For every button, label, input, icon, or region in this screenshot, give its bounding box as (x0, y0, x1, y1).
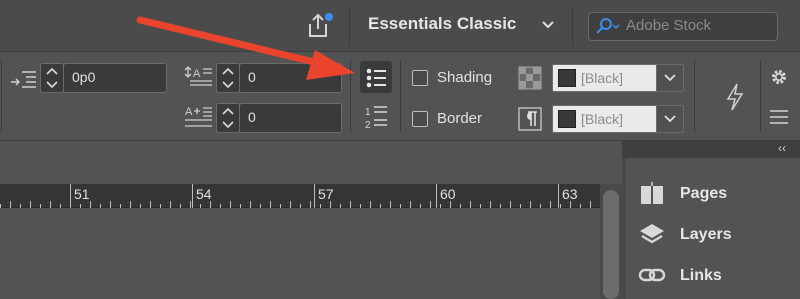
ruler-minor-tick (430, 201, 431, 208)
border-settings-icon[interactable] (518, 107, 542, 131)
divider (1, 60, 2, 132)
pasteboard[interactable] (0, 208, 600, 299)
ruler-minor-tick (230, 201, 231, 208)
ruler-minor-tick (450, 201, 451, 208)
border-color-swatch (558, 110, 576, 128)
ruler-minor-tick (30, 201, 31, 208)
shading-color-value[interactable]: [Black] (581, 70, 623, 86)
gear-icon[interactable] (769, 67, 789, 87)
svg-text:2: 2 (365, 120, 371, 131)
space-before-value[interactable]: 0 (248, 69, 256, 85)
ruler-label: 51 (74, 186, 90, 202)
shading-checkbox[interactable] (412, 70, 428, 86)
menu-icon[interactable] (769, 108, 789, 126)
svg-text:1: 1 (365, 107, 371, 118)
shading-label: Shading (437, 69, 493, 86)
ruler-minor-tick (210, 201, 211, 208)
border-checkbox[interactable] (412, 111, 428, 127)
divider (400, 60, 401, 132)
panel-dock-header (622, 141, 800, 158)
panel-item-links[interactable]: Links (626, 258, 800, 298)
indent-value[interactable]: 0p0 (72, 69, 95, 85)
ruler-minor-tick (110, 201, 111, 208)
ruler-minor-tick (370, 201, 371, 208)
numbered-list-icon: 1 2 (365, 106, 387, 131)
space-before-stepper[interactable] (216, 63, 240, 93)
ruler-minor-tick (550, 201, 551, 208)
ruler-minor-tick (190, 201, 191, 208)
ruler-minor-tick (290, 201, 291, 208)
svg-text:A: A (185, 106, 193, 118)
ruler-minor-tick (510, 201, 511, 208)
divider (349, 6, 350, 46)
space-after-icon: A (184, 104, 214, 130)
ruler-minor-tick (590, 201, 591, 208)
links-icon (638, 268, 666, 282)
ruler-major-tick (558, 184, 559, 208)
divider (760, 60, 761, 132)
panel-item-layers[interactable]: Layers (626, 217, 800, 257)
bulleted-list-button[interactable] (360, 61, 392, 93)
ruler-minor-tick (530, 201, 531, 208)
layers-icon (640, 224, 664, 244)
space-before-icon: A (184, 64, 214, 90)
ruler-label: 54 (196, 186, 212, 202)
border-color-value[interactable]: [Black] (581, 111, 623, 127)
left-indent-icon (8, 68, 38, 92)
bulleted-list-icon (366, 68, 386, 88)
ruler-minor-tick (410, 201, 411, 208)
workspace-switcher[interactable]: Essentials Classic (368, 14, 516, 34)
chevron-down-icon[interactable] (540, 16, 556, 32)
ruler-minor-tick (570, 201, 571, 208)
ruler-label: 60 (440, 186, 456, 202)
chevron-down-icon[interactable] (656, 65, 683, 91)
panel-item-pages[interactable]: Pages (626, 176, 800, 216)
lightning-icon[interactable] (724, 82, 746, 112)
svg-text:A: A (193, 68, 201, 80)
ruler-minor-tick (150, 201, 151, 208)
ruler-minor-tick (270, 201, 271, 208)
ruler-major-tick (436, 184, 437, 208)
panel-label-layers: Layers (680, 226, 732, 243)
ruler-minor-tick (50, 201, 51, 208)
divider (572, 6, 573, 46)
ruler-major-tick (70, 184, 71, 208)
ruler-major-tick (314, 184, 315, 208)
notification-dot (325, 13, 333, 21)
ruler-minor-tick (470, 201, 471, 208)
ruler-label: 57 (318, 186, 334, 202)
panel-label-links: Links (680, 267, 722, 284)
pages-icon (641, 182, 663, 206)
space-after-value[interactable]: 0 (248, 109, 256, 125)
indent-stepper[interactable] (40, 63, 64, 93)
ruler-minor-tick (350, 201, 351, 208)
ruler-minor-tick (90, 201, 91, 208)
document-tab-area (0, 142, 622, 184)
space-after-stepper[interactable] (216, 103, 240, 133)
numbered-list-button[interactable]: 1 2 (362, 102, 390, 132)
ruler-minor-tick (250, 201, 251, 208)
search-icon[interactable] (594, 16, 620, 36)
divider (350, 60, 351, 132)
ruler-minor-tick (310, 201, 311, 208)
ruler-minor-tick (10, 201, 11, 208)
chevron-down-icon[interactable] (656, 106, 683, 132)
shading-color-swatch (558, 69, 576, 87)
ruler-major-tick (192, 184, 193, 208)
scrollbar-thumb[interactable] (603, 190, 619, 299)
ruler-minor-tick (330, 201, 331, 208)
panel-label-pages: Pages (680, 185, 728, 202)
border-label: Border (437, 110, 483, 127)
ruler-minor-tick (390, 201, 391, 208)
divider (694, 60, 695, 132)
ruler-minor-tick (130, 201, 131, 208)
search-placeholder[interactable]: Adobe Stock (626, 17, 711, 34)
ruler-minor-tick (490, 201, 491, 208)
collapse-panels-button[interactable]: ‹‹ (778, 141, 786, 155)
shading-settings-icon[interactable] (518, 66, 542, 90)
ruler-label: 63 (562, 186, 578, 202)
ruler-minor-tick (170, 201, 171, 208)
